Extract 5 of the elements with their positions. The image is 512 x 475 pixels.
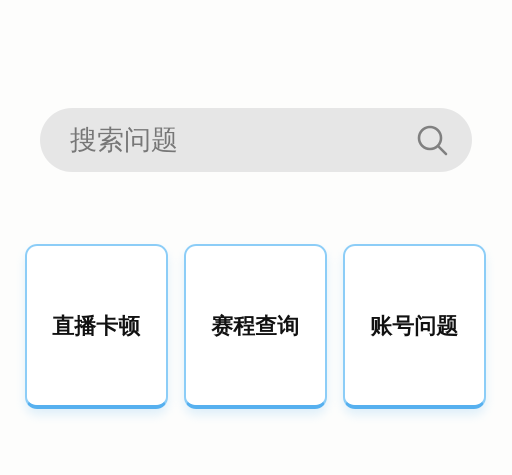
category-card[interactable]: 直播卡顿 xyxy=(25,244,168,409)
search-icon[interactable] xyxy=(416,124,448,156)
search-field[interactable]: 搜索问题 xyxy=(40,108,472,172)
category-card[interactable]: 赛程查询 xyxy=(184,244,327,409)
category-card[interactable]: 账号问题 xyxy=(343,244,486,409)
